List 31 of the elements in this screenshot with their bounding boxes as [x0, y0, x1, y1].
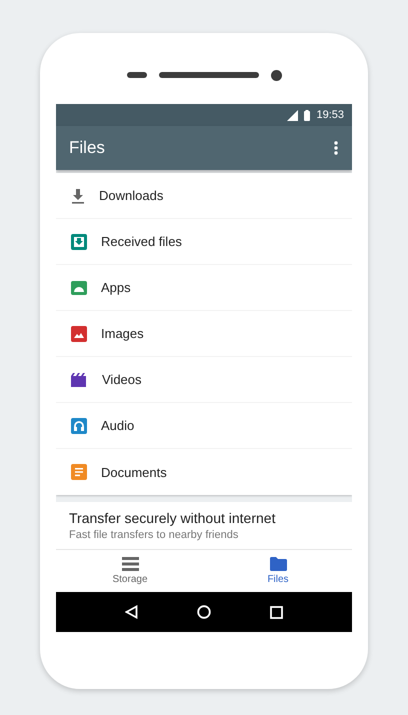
recents-icon[interactable]: [270, 606, 283, 618]
category-item[interactable]: Audio: [56, 403, 352, 449]
home-icon[interactable]: [196, 605, 211, 619]
category-item[interactable]: Received files: [56, 219, 352, 265]
storage-icon: [122, 557, 138, 571]
category-item[interactable]: Downloads: [56, 173, 352, 219]
speaker-icon: [158, 72, 258, 78]
app-title: Files: [69, 138, 105, 158]
document-icon: [71, 464, 87, 480]
category-item[interactable]: Videos: [56, 357, 352, 403]
sensor-icon: [126, 72, 146, 78]
nav-tab[interactable]: Storage: [56, 550, 204, 592]
folder-icon: [270, 557, 286, 571]
back-icon[interactable]: [125, 605, 138, 619]
category-item[interactable]: Apps: [56, 265, 352, 311]
nav-tab[interactable]: Files: [204, 550, 352, 592]
promo-title: Transfer securely without internet: [69, 510, 276, 526]
promo-subtitle: Fast file transfers to nearby friends: [69, 529, 240, 541]
battery-icon: [304, 110, 310, 120]
inbox-icon: [71, 234, 87, 250]
image-icon: [71, 326, 87, 342]
headphones-icon: [71, 418, 87, 434]
promo-card[interactable]: Transfer securely without internet Fast file transfers to nearby friends: [56, 502, 352, 549]
status-time: 19:53: [316, 109, 344, 121]
camera-icon: [270, 70, 282, 80]
category-item[interactable]: Images: [56, 311, 352, 357]
more-icon[interactable]: [334, 141, 338, 155]
clapperboard-icon: [71, 372, 88, 386]
signal-icon: [287, 110, 298, 120]
download-icon: [71, 188, 85, 204]
category-item[interactable]: Documents: [56, 449, 352, 495]
